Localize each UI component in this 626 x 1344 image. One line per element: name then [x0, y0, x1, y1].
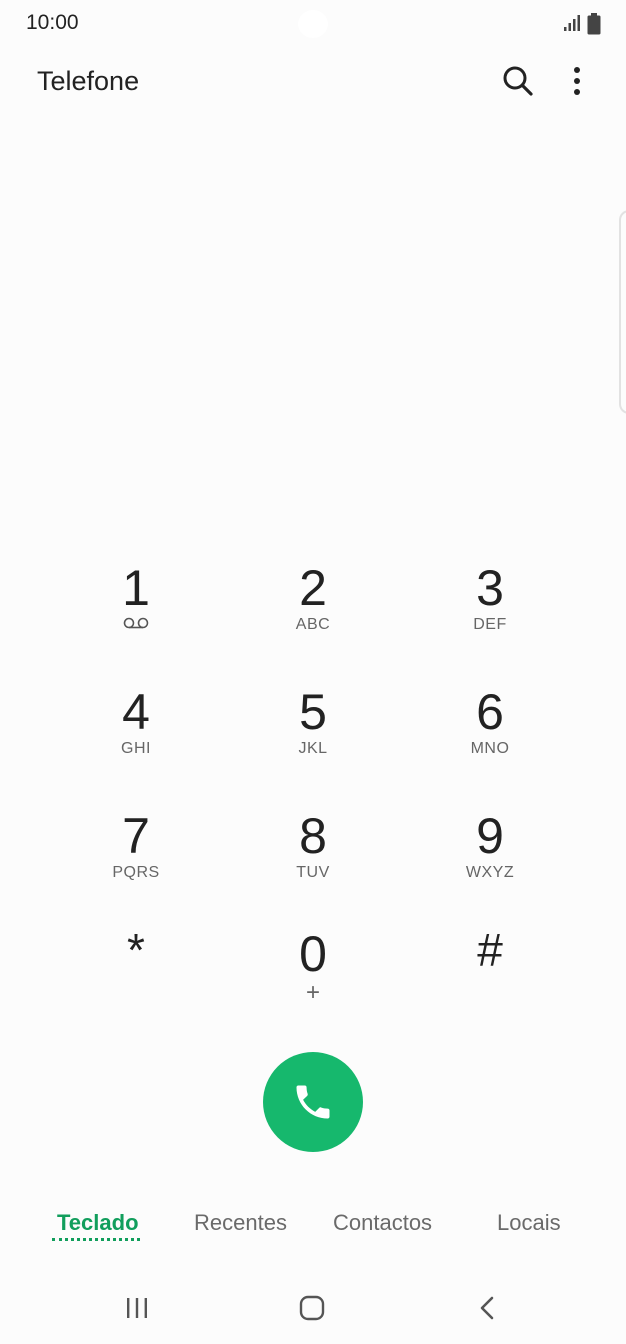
key-7[interactable]: 7 PQRS	[51, 808, 221, 918]
tab-recents[interactable]: Recentes	[194, 1210, 287, 1236]
key-letters: JKL	[298, 740, 328, 757]
key-letters: MNO	[470, 740, 510, 757]
key-star[interactable]: *	[51, 922, 221, 1032]
key-6[interactable]: 6 MNO	[405, 684, 575, 794]
key-digit: 1	[122, 560, 150, 616]
more-options-button[interactable]	[562, 62, 592, 100]
battery-icon	[587, 13, 601, 35]
key-digit: 9	[476, 808, 504, 864]
key-0[interactable]: 0 +	[228, 926, 398, 1036]
home-button[interactable]	[292, 1288, 332, 1328]
more-vertical-icon	[574, 67, 580, 95]
key-digit: 5	[299, 684, 327, 740]
key-digit: 4	[122, 684, 150, 740]
key-hash[interactable]: #	[405, 922, 575, 1032]
camera-cutout	[298, 10, 328, 38]
key-digit: 8	[299, 808, 327, 864]
call-button[interactable]	[263, 1052, 363, 1152]
tab-contacts[interactable]: Contactos	[333, 1210, 432, 1236]
back-icon	[480, 1296, 494, 1320]
page-title: Telefone	[37, 66, 140, 96]
key-9[interactable]: 9 WXYZ	[405, 808, 575, 918]
key-digit: 2	[299, 560, 327, 616]
key-letters: GHI	[121, 740, 151, 757]
bottom-tabs: Teclado Recentes Contactos Locais	[0, 1200, 626, 1250]
search-icon	[503, 66, 533, 96]
key-letters: PQRS	[112, 864, 160, 881]
key-3[interactable]: 3 DEF	[405, 560, 575, 670]
status-bar: 10:00	[0, 0, 626, 50]
key-digit: 3	[476, 560, 504, 616]
key-letters: ABC	[295, 616, 331, 633]
tab-places[interactable]: Locais	[497, 1210, 561, 1236]
edge-panel-handle[interactable]	[619, 210, 626, 414]
system-navigation-bar	[0, 1280, 626, 1336]
key-digit: 0	[299, 926, 327, 982]
key-digit: *	[127, 924, 145, 976]
key-letters: TUV	[296, 864, 330, 881]
key-digit: 7	[122, 808, 150, 864]
search-button[interactable]	[499, 62, 537, 100]
key-4[interactable]: 4 GHI	[51, 684, 221, 794]
key-1[interactable]: 1	[51, 560, 221, 670]
key-5[interactable]: 5 JKL	[228, 684, 398, 794]
status-time: 10:00	[26, 11, 79, 34]
key-letters: +	[305, 979, 320, 1006]
phone-icon	[296, 1085, 330, 1119]
key-digit: #	[477, 924, 503, 976]
key-letters: DEF	[473, 616, 507, 633]
signal-icon	[564, 15, 580, 31]
key-2[interactable]: 2 ABC	[228, 560, 398, 670]
tab-keypad[interactable]: Teclado	[57, 1210, 139, 1236]
key-digit: 6	[476, 684, 504, 740]
recent-apps-icon	[127, 1298, 147, 1318]
key-8[interactable]: 8 TUV	[228, 808, 398, 918]
active-tab-indicator	[52, 1238, 140, 1241]
back-button[interactable]	[468, 1288, 508, 1328]
key-letters: WXYZ	[465, 864, 515, 881]
voicemail-icon	[123, 617, 149, 629]
recent-apps-button[interactable]	[117, 1288, 157, 1328]
home-icon	[299, 1295, 325, 1321]
